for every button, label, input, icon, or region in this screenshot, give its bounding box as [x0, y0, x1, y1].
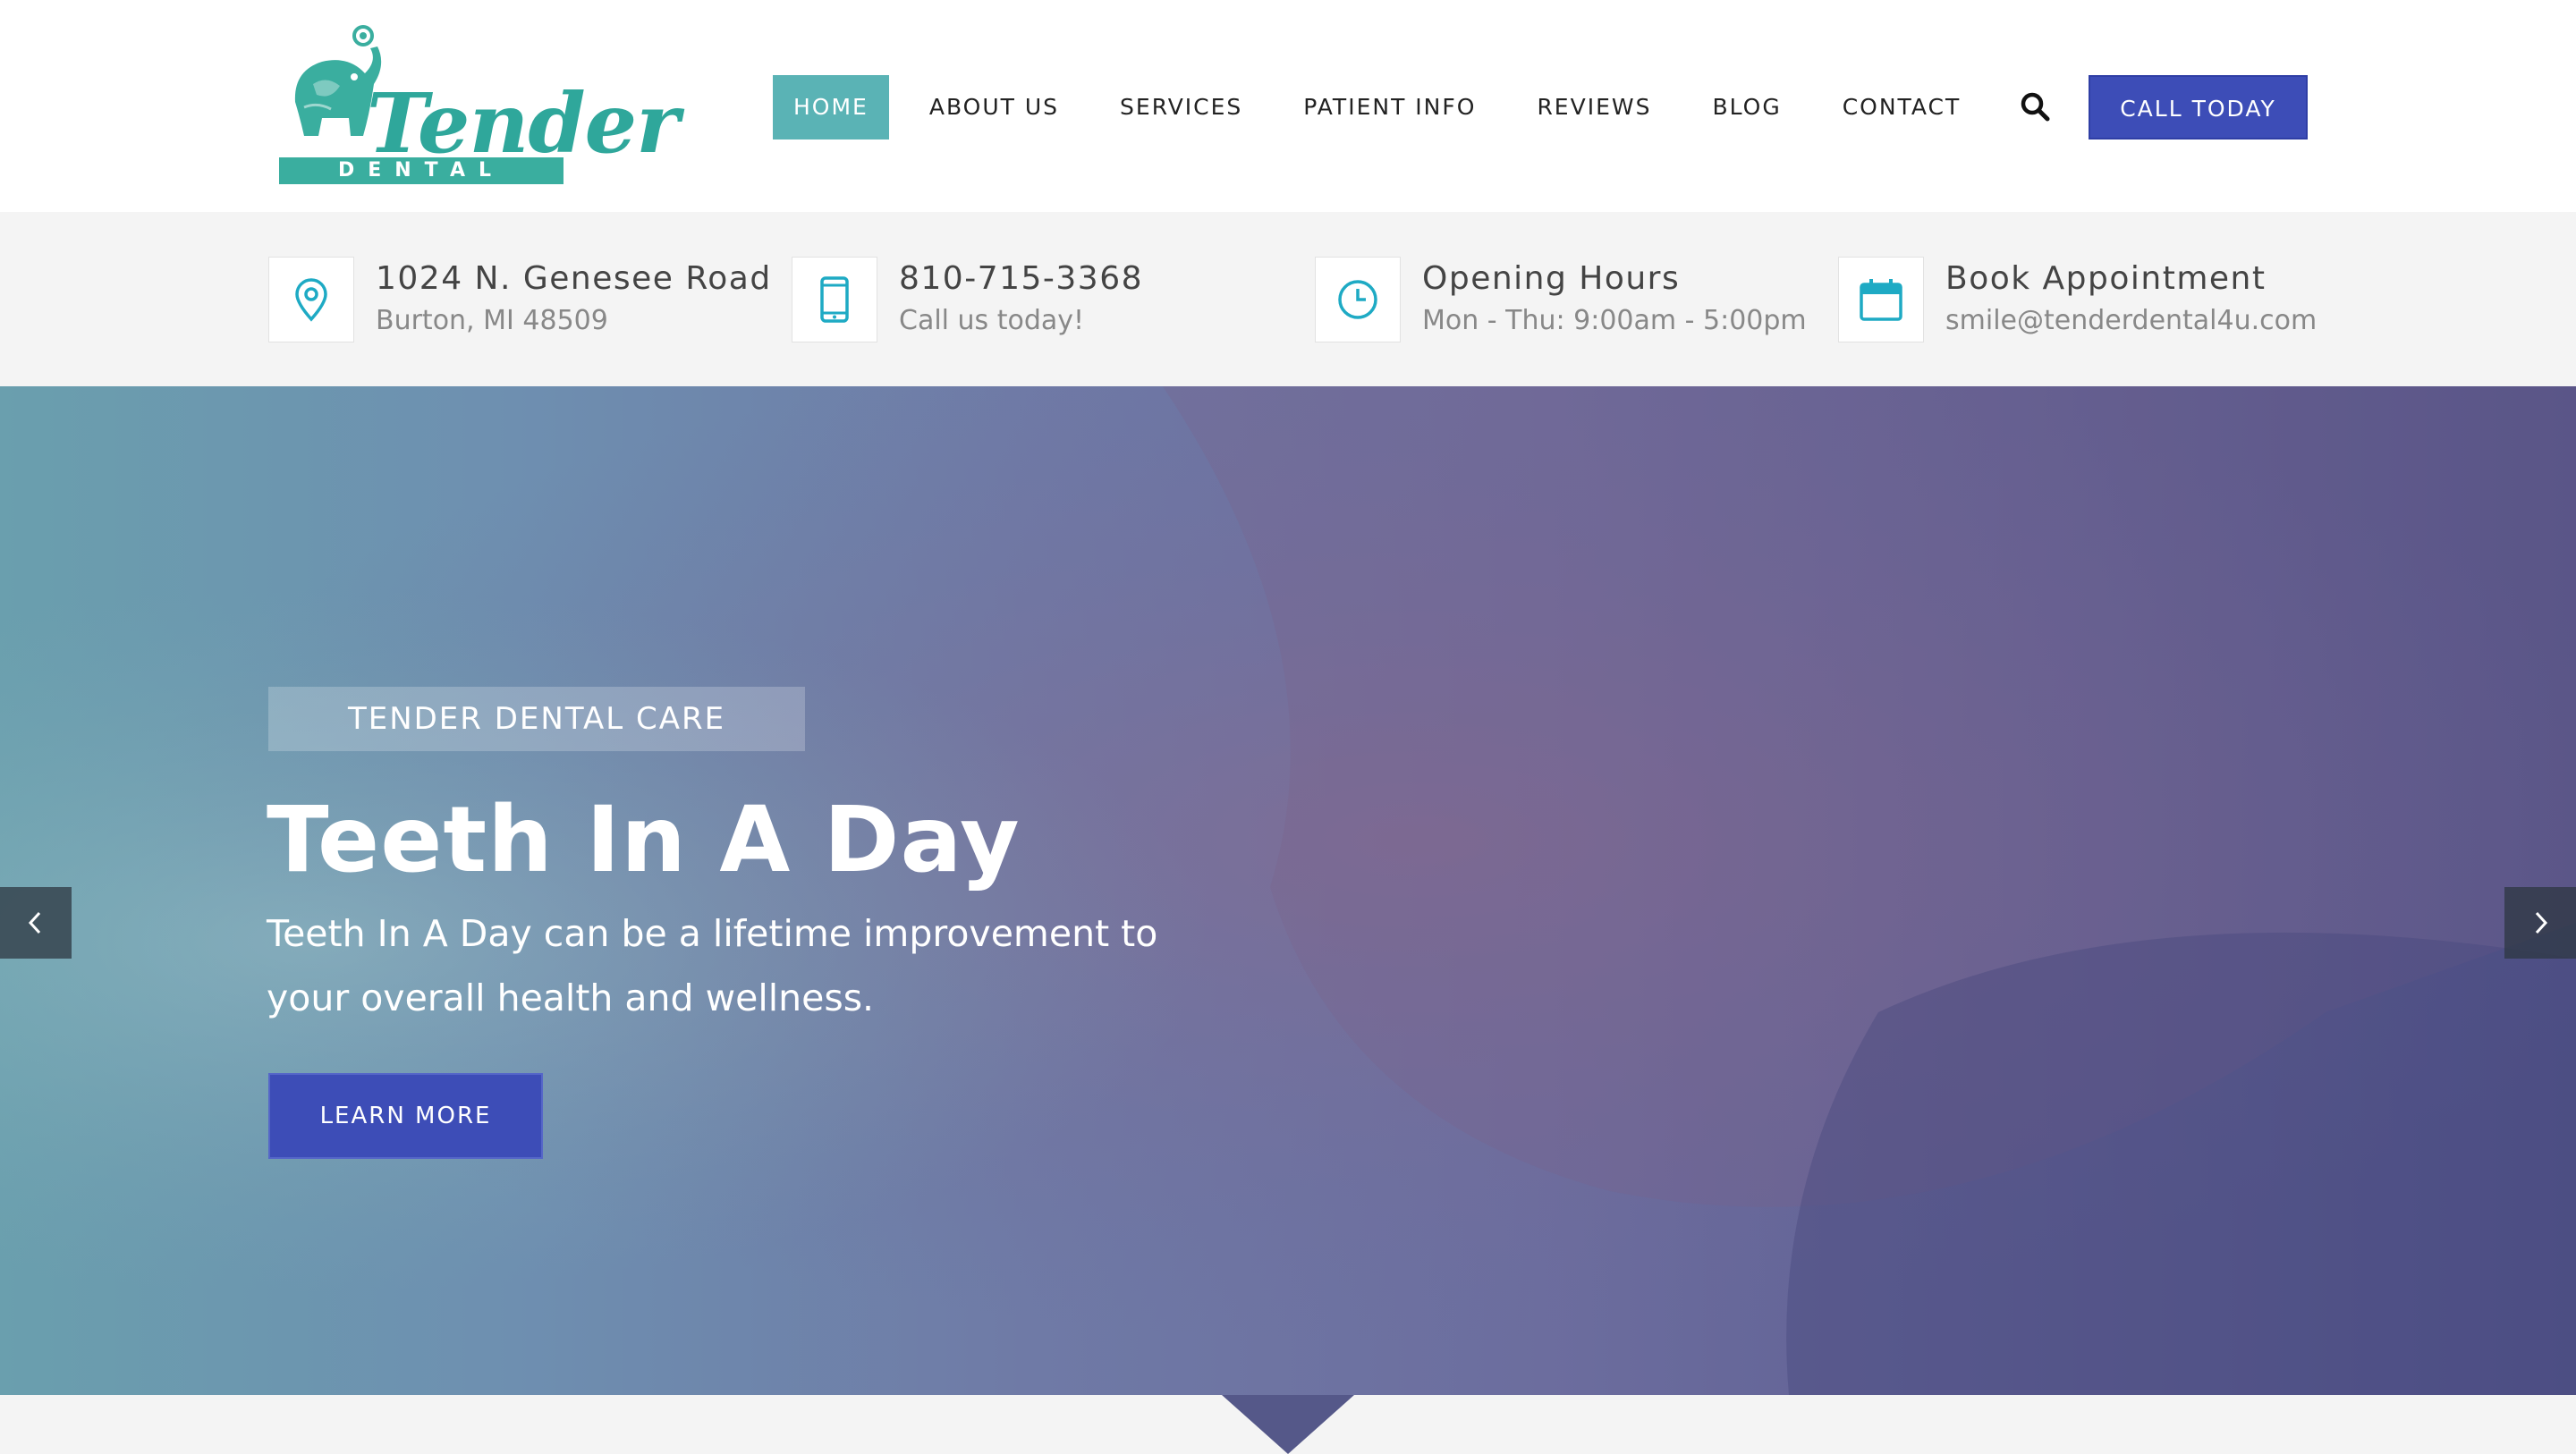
- phone-caption: Call us today!: [899, 305, 1085, 336]
- hours-heading: Opening Hours: [1422, 260, 1681, 297]
- nav-home[interactable]: HOME: [773, 75, 889, 139]
- chevron-left-icon[interactable]: [0, 887, 72, 959]
- mobile-phone-icon: [792, 257, 877, 342]
- nav-services[interactable]: SERVICES: [1099, 75, 1263, 139]
- nav-contact[interactable]: CONTACT: [1822, 75, 1982, 139]
- nav-about-us[interactable]: ABOUT US: [909, 75, 1080, 139]
- map-pin-icon: [268, 257, 354, 342]
- chevron-right-icon[interactable]: [2504, 887, 2576, 959]
- nav-reviews[interactable]: REVIEWS: [1516, 75, 1672, 139]
- main-nav: HOME ABOUT US SERVICES PATIENT INFO REVI…: [773, 75, 2001, 139]
- contact-info-bar: 1024 N. Genesee Road Burton, MI 48509 81…: [0, 212, 2576, 386]
- divider-arrow-notch: [1222, 1395, 1354, 1454]
- site-header: Tender DENTAL CARE HOME ABOUT US SERVICE…: [0, 0, 2576, 212]
- phone-number[interactable]: 810-715-3368: [899, 260, 1143, 297]
- clock-icon: [1315, 257, 1401, 342]
- nav-blog[interactable]: BLOG: [1691, 75, 1801, 139]
- logo-subtitle: DENTAL CARE: [279, 157, 564, 208]
- city-line: Burton, MI 48509: [376, 305, 608, 336]
- logo[interactable]: Tender DENTAL CARE: [277, 21, 680, 208]
- appointment-heading[interactable]: Book Appointment: [1945, 260, 2266, 297]
- hero-title: Teeth In A Day: [267, 787, 1021, 893]
- appointment-email[interactable]: smile@tenderdental4u.com: [1945, 305, 2317, 336]
- search-icon[interactable]: [2018, 89, 2054, 125]
- call-today-button[interactable]: CALL TODAY: [2089, 75, 2308, 139]
- hours-value: Mon - Thu: 9:00am - 5:00pm: [1422, 305, 1807, 336]
- address-line: 1024 N. Genesee Road: [376, 260, 772, 297]
- learn-more-button[interactable]: LEARN MORE: [268, 1073, 543, 1159]
- hero-slider: TENDER DENTAL CARE Teeth In A Day Teeth …: [0, 386, 2576, 1395]
- hero-tag: TENDER DENTAL CARE: [268, 687, 805, 751]
- calendar-icon: [1838, 257, 1924, 342]
- nav-patient-info[interactable]: PATIENT INFO: [1283, 75, 1496, 139]
- hero-description: Teeth In A Day can be a lifetime improve…: [267, 912, 1158, 1019]
